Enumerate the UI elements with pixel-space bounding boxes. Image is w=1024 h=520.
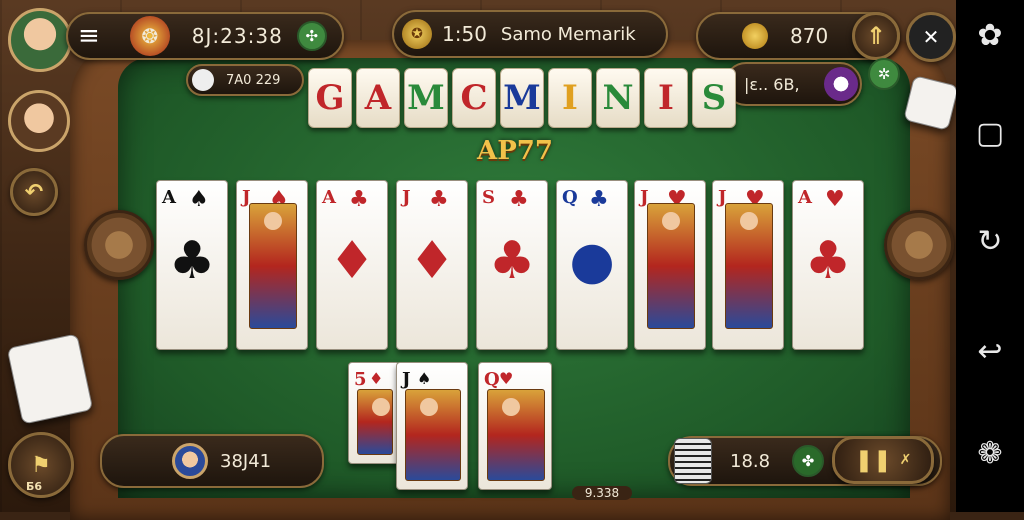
- hand-card[interactable]: 5 ♦: [348, 362, 400, 464]
- card-center-pip: ♣: [488, 231, 536, 291]
- close-x-icon[interactable]: ✕: [906, 12, 956, 62]
- hamburger-menu-icon[interactable]: ≡: [78, 21, 100, 51]
- horn-icon: ✗: [899, 452, 912, 468]
- mini-score: |ε.. 6B,: [744, 74, 800, 94]
- system-nav-bar: ✿ ▢ ↻ ↩ ❁: [956, 0, 1024, 512]
- card-suit: ♠: [417, 369, 432, 388]
- clover-icon: ✤: [792, 445, 825, 477]
- player-avatar[interactable]: [8, 8, 72, 72]
- player-small-avatar: [172, 443, 208, 479]
- recent-apps-icon[interactable]: ▢: [956, 116, 1024, 151]
- title-tile: G: [308, 68, 352, 128]
- card-index: A: [322, 187, 336, 208]
- table-rosette-left: [84, 210, 154, 280]
- player-info-pill: ✪ 1:50 Samo Memarik: [392, 10, 668, 58]
- settings-badge-icon[interactable]: ✣: [296, 21, 327, 51]
- back-icon[interactable]: ↩: [956, 334, 1024, 369]
- shop-label: Б6: [26, 480, 43, 493]
- title-tile: M: [500, 68, 544, 128]
- title-tile: C: [452, 68, 496, 128]
- pot-value: 9.338: [572, 486, 632, 500]
- card-index: 5: [354, 369, 367, 390]
- card-face-art: [487, 389, 545, 481]
- game-timer: 8J:23:38: [191, 24, 283, 48]
- opponent-avatar: [192, 69, 214, 91]
- card-index: Q: [562, 187, 578, 208]
- card-suit: ♦: [369, 369, 384, 388]
- top-left-hud: ≡ ❂ 8J:23:38 ✣: [66, 12, 344, 60]
- player-score-pill: 38J41: [100, 434, 324, 488]
- coin-icon: [742, 23, 768, 49]
- title-tile: S: [692, 68, 736, 128]
- card-index: J: [402, 369, 411, 390]
- chip-stack-icon: [674, 438, 712, 484]
- mini-score-pill: |ε.. 6B,: [724, 62, 862, 106]
- title-tile: A: [356, 68, 400, 128]
- puzzle-icon[interactable]: ✿: [956, 18, 1024, 53]
- opponent-score: 7A0 229: [226, 72, 281, 88]
- table-card[interactable]: S ♣ ♣: [476, 180, 548, 350]
- refresh-icon[interactable]: ↻: [956, 224, 1024, 259]
- game-title-tiles: GAMCMINIS: [308, 68, 736, 128]
- card-face-art: [725, 203, 773, 329]
- card-index: S: [482, 187, 495, 208]
- title-tile: I: [548, 68, 592, 128]
- table-card[interactable]: J ♣ ♦: [396, 180, 468, 350]
- undo-icon[interactable]: ↶: [10, 168, 58, 216]
- card-suit: ♣: [509, 187, 529, 212]
- card-suit: ♠: [189, 187, 209, 212]
- chips-value: 18.8: [730, 450, 771, 472]
- table-card[interactable]: A ♣ ♦: [316, 180, 388, 350]
- table-card[interactable]: J ♥: [712, 180, 784, 350]
- game-subtitle: AP77: [477, 136, 553, 166]
- trophy-icon[interactable]: ❂: [129, 16, 170, 56]
- table-card[interactable]: A ♠ ♣: [156, 180, 228, 350]
- card-center-pip: ●: [569, 231, 615, 291]
- coin-balance: 870: [790, 24, 829, 48]
- card-center-pip: ♦: [328, 231, 376, 291]
- arrow-up-icon[interactable]: ⇑: [852, 12, 900, 60]
- card-index: A: [798, 187, 812, 208]
- card-suit: ♣: [429, 187, 449, 212]
- player-score: 38J41: [220, 450, 272, 472]
- card-index: Q: [484, 369, 500, 390]
- emblem-icon: [824, 67, 858, 101]
- table-card[interactable]: J ♠: [236, 180, 308, 350]
- hand-card[interactable]: J ♠: [396, 362, 468, 490]
- card-index: J: [402, 187, 411, 208]
- card-face-art: [249, 203, 297, 329]
- card-suit: ♥: [825, 187, 845, 212]
- table-card[interactable]: J ♥: [634, 180, 706, 350]
- card-suit: ♣: [589, 187, 609, 212]
- friend-avatar[interactable]: [8, 90, 70, 152]
- pause-icon: ❚❚: [854, 447, 892, 473]
- center-counter: 1:50: [442, 22, 487, 46]
- card-suit: ♣: [349, 187, 369, 212]
- card-face-art: [405, 389, 461, 481]
- coin-icon: ✪: [402, 19, 432, 49]
- table-card[interactable]: A ♥ ♣: [792, 180, 864, 350]
- player-name: Samo Memarik: [500, 23, 636, 45]
- title-tile: M: [404, 68, 448, 128]
- card-center-pip: ♣: [168, 231, 216, 291]
- card-index: A: [162, 187, 176, 208]
- gear-icon[interactable]: ✲: [868, 58, 900, 90]
- card-center-pip: ♣: [804, 231, 852, 291]
- card-suit: ♥: [499, 369, 514, 388]
- hand-card[interactable]: Q ♥: [478, 362, 552, 490]
- title-tile: N: [596, 68, 640, 128]
- table-card[interactable]: Q ♣ ●: [556, 180, 628, 350]
- card-center-pip: ♦: [408, 231, 456, 291]
- title-tile: I: [644, 68, 688, 128]
- card-face-art: [357, 389, 393, 455]
- bag-icon: ⚑: [31, 452, 51, 478]
- opponent-score-pill: 7A0 229: [186, 64, 304, 96]
- cloud-settings-icon[interactable]: ❁: [956, 436, 1024, 471]
- table-rosette-right: [884, 210, 954, 280]
- card-face-art: [647, 203, 695, 329]
- pause-button[interactable]: ❚❚ ✗: [832, 436, 934, 484]
